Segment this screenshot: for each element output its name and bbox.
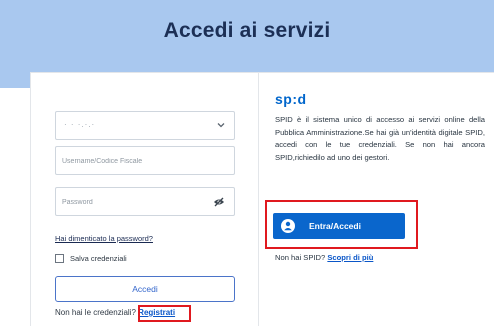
spid-description: SPID è il sistema unico di accesso ai se… [275, 115, 485, 162]
login-page: Accedi ai servizi · · ·.·.· Hai dimentic… [0, 0, 494, 326]
eye-slash-icon[interactable] [213, 197, 225, 207]
password-input[interactable] [62, 194, 212, 210]
username-field[interactable] [55, 146, 235, 175]
forgot-password-link[interactable]: Hai dimenticato la password? [55, 234, 153, 243]
no-spid-prefix: Non hai SPID? [275, 253, 326, 262]
spid-entra-button[interactable]: Entra/Accedi [273, 213, 405, 239]
signup-highlight-box [138, 305, 191, 322]
remember-credentials-row[interactable]: Salva credenziali [55, 252, 127, 264]
remember-checkbox[interactable] [55, 253, 64, 263]
spid-panel: sp:d SPID è il sistema unico di accesso … [259, 72, 494, 326]
page-title: Accedi ai servizi [163, 19, 331, 42]
signup-prefix: Non hai le credenziali? [55, 308, 136, 317]
discover-link[interactable]: Scopri di più [327, 253, 373, 262]
credentials-login-panel: · · ·.·.· Hai dimenticato la password? S… [30, 72, 259, 326]
user-icon [281, 219, 295, 233]
entra-label: Entra/Accedi [309, 221, 361, 231]
login-type-select[interactable]: · · ·.·.· [55, 111, 235, 140]
login-button[interactable]: Accedi [55, 276, 235, 302]
remember-label: Salva credenziali [70, 253, 127, 263]
select-value: · · ·.·.· [64, 120, 96, 129]
username-input[interactable] [62, 153, 212, 169]
no-spid-row: Non hai SPID? Scopri di più [275, 253, 373, 262]
spid-logo: sp:d [275, 91, 307, 107]
chevron-down-icon [217, 123, 225, 128]
password-field[interactable] [55, 187, 235, 216]
